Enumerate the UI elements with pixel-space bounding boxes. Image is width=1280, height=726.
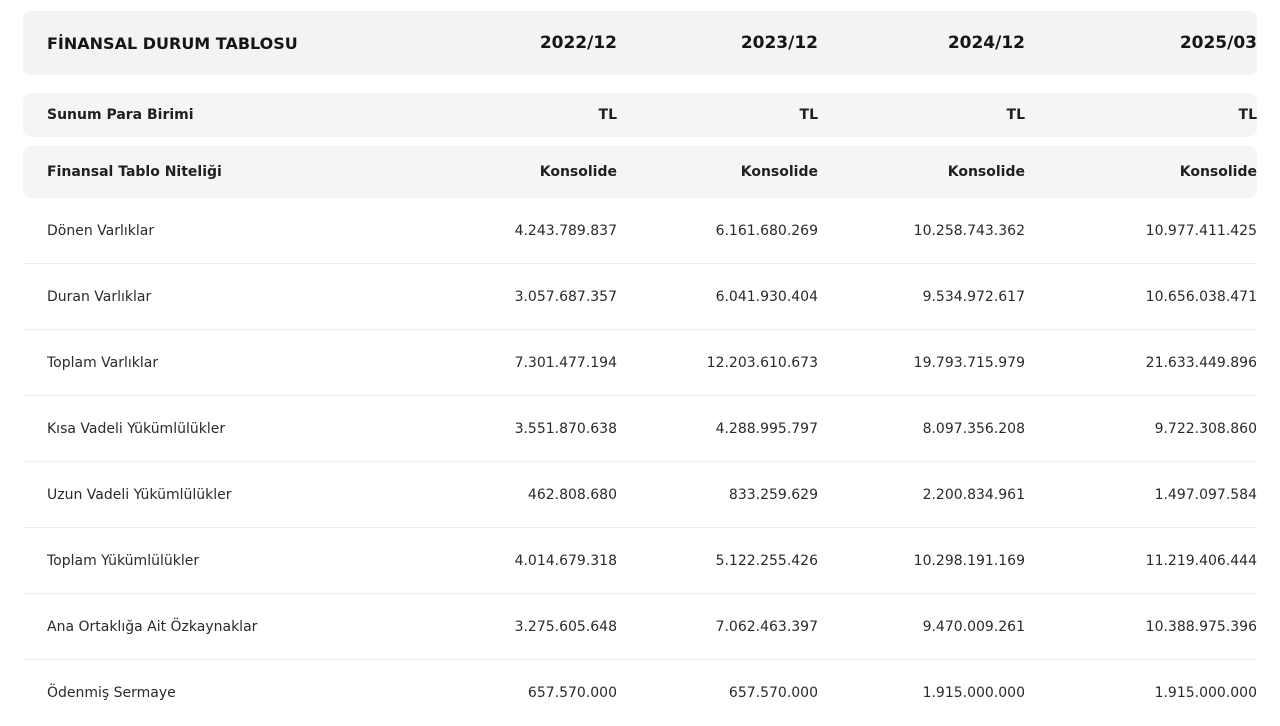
table-row: Kısa Vadeli Yükümlülükler 3.551.870.638 …	[23, 396, 1257, 462]
cell-value: 1.915.000.000	[1154, 685, 1257, 701]
cell-value: 12.203.610.673	[706, 354, 818, 371]
cell-value: 10.258.743.362	[913, 222, 1025, 239]
table-row: Uzun Vadeli Yükümlülükler 462.808.680 83…	[23, 462, 1257, 528]
cell-value: 4.243.789.837	[514, 222, 617, 239]
cell-value: 1.497.097.584	[1154, 486, 1257, 503]
row-label: Finansal Tablo Niteliği	[47, 164, 222, 180]
cell-value: 657.570.000	[527, 685, 617, 701]
table-row: Ödenmiş Sermaye 657.570.000 657.570.000 …	[23, 660, 1257, 726]
cell-value: Konsolide	[740, 164, 818, 180]
financial-statement-table: FİNANSAL DURUM TABLOSU 2022/12 2023/12 2…	[23, 11, 1257, 726]
period-header: 2023/12	[740, 33, 818, 53]
row-label: Toplam Varlıklar	[47, 354, 159, 371]
cell-value: 3.551.870.638	[514, 420, 617, 437]
cell-value: 6.041.930.404	[715, 288, 818, 305]
cell-value: 9.722.308.860	[1154, 420, 1257, 437]
cell-value: TL	[598, 107, 617, 123]
table-row: Toplam Varlıklar 7.301.477.194 12.203.61…	[23, 330, 1257, 396]
cell-value: 9.534.972.617	[922, 288, 1025, 305]
cell-value: 657.570.000	[728, 685, 818, 701]
row-label: Toplam Yükümlülükler	[47, 552, 200, 569]
cell-value: Konsolide	[539, 164, 617, 180]
cell-value: TL	[1006, 107, 1025, 123]
cell-value: 833.259.629	[728, 486, 818, 503]
table-header: FİNANSAL DURUM TABLOSU 2022/12 2023/12 2…	[23, 11, 1257, 75]
period-header: 2025/03	[1179, 33, 1257, 53]
period-header: 2022/12	[539, 33, 617, 53]
cell-value: 8.097.356.208	[922, 420, 1025, 437]
cell-value: 10.388.975.396	[1145, 618, 1257, 635]
cell-value: 7.301.477.194	[514, 354, 617, 371]
statement-type-row: Finansal Tablo Niteliği Konsolide Konsol…	[23, 146, 1257, 198]
cell-value: 4.014.679.318	[514, 552, 617, 569]
cell-value: 462.808.680	[527, 486, 617, 503]
cell-value: 7.062.463.397	[715, 618, 818, 635]
row-label: Duran Varlıklar	[47, 288, 152, 305]
cell-value: Konsolide	[947, 164, 1025, 180]
cell-value: Konsolide	[1179, 164, 1257, 180]
table-row: Ana Ortaklığa Ait Özkaynaklar 3.275.605.…	[23, 594, 1257, 660]
cell-value: 3.057.687.357	[514, 288, 617, 305]
table-row: Toplam Yükümlülükler 4.014.679.318 5.122…	[23, 528, 1257, 594]
cell-value: 11.219.406.444	[1145, 552, 1257, 569]
cell-value: 19.793.715.979	[913, 354, 1025, 371]
table-row: Duran Varlıklar 3.057.687.357 6.041.930.…	[23, 264, 1257, 330]
row-label: Ödenmiş Sermaye	[47, 685, 176, 701]
cell-value: 5.122.255.426	[715, 552, 818, 569]
cell-value: TL	[799, 107, 818, 123]
cell-value: 9.470.009.261	[922, 618, 1025, 635]
row-label: Dönen Varlıklar	[47, 222, 155, 239]
table-title: FİNANSAL DURUM TABLOSU	[47, 33, 298, 53]
cell-value: 1.915.000.000	[922, 685, 1025, 701]
cell-value: TL	[1238, 107, 1257, 123]
row-label: Kısa Vadeli Yükümlülükler	[47, 420, 226, 437]
period-header: 2024/12	[947, 33, 1025, 53]
cell-value: 10.656.038.471	[1145, 288, 1257, 305]
cell-value: 2.200.834.961	[922, 486, 1025, 503]
cell-value: 4.288.995.797	[715, 420, 818, 437]
row-label: Ana Ortaklığa Ait Özkaynaklar	[47, 618, 258, 635]
table-row: Dönen Varlıklar 4.243.789.837 6.161.680.…	[23, 198, 1257, 264]
cell-value: 3.275.605.648	[514, 618, 617, 635]
cell-value: 10.298.191.169	[913, 552, 1025, 569]
currency-row: Sunum Para Birimi TL TL TL TL	[23, 93, 1257, 137]
cell-value: 10.977.411.425	[1145, 222, 1257, 239]
cell-value: 6.161.680.269	[715, 222, 818, 239]
row-label: Uzun Vadeli Yükümlülükler	[47, 486, 232, 503]
cell-value: 21.633.449.896	[1145, 354, 1257, 371]
row-label: Sunum Para Birimi	[47, 107, 194, 123]
